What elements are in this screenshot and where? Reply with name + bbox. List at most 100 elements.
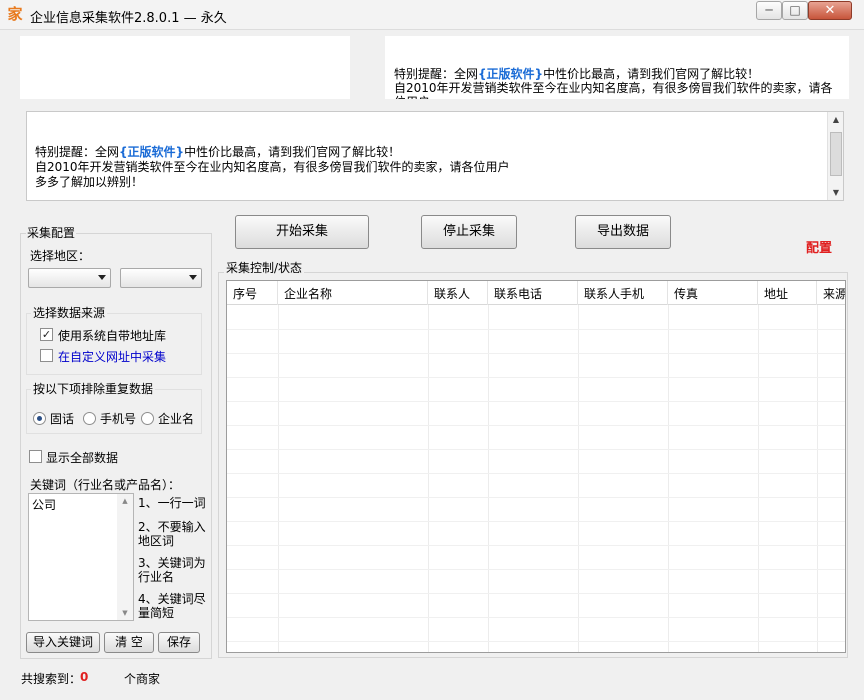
grid-line xyxy=(488,305,489,652)
dedupe-radio-mobile[interactable] xyxy=(83,412,96,425)
city-select[interactable] xyxy=(120,268,202,288)
start-collect-button[interactable]: 开始采集 xyxy=(235,215,369,249)
grid-line xyxy=(278,305,279,652)
notice-line-3: 多多了解加以辨别！ xyxy=(35,175,144,189)
scroll-down-icon[interactable]: ▼ xyxy=(828,185,844,200)
grid-row-line xyxy=(227,329,845,330)
column-header[interactable]: 联系人 xyxy=(428,281,488,305)
region-label: 选择地区： xyxy=(30,249,91,263)
close-icon: ✕ xyxy=(824,3,836,18)
keyword-item: 公司 xyxy=(32,498,57,512)
keyword-tip-1: 1、一行一词 xyxy=(138,496,206,510)
notice-text: 特别提醒：全网{正版软件}中性价比最高，请到我们官网了解比较！ 自2010年开发… xyxy=(35,145,510,190)
chevron-down-icon xyxy=(189,275,197,280)
grid-row-line xyxy=(227,641,845,642)
column-header[interactable]: 来源 xyxy=(817,281,845,305)
config-title: 采集配置 xyxy=(26,224,77,241)
status-label: 共搜索到： xyxy=(21,672,82,686)
scroll-thumb[interactable] xyxy=(830,132,842,176)
grid-row-line xyxy=(227,593,845,594)
dedupe-title: 按以下项排除重复数据 xyxy=(31,380,156,397)
custom-source-checkbox[interactable] xyxy=(40,349,53,362)
source-group xyxy=(26,313,202,375)
ad-highlight: {正版软件} xyxy=(478,67,544,81)
grid-row-line xyxy=(227,449,845,450)
scroll-up-icon[interactable]: ▲ xyxy=(828,112,844,127)
grid-row-line xyxy=(227,473,845,474)
dedupe-radio-landline[interactable] xyxy=(33,412,46,425)
show-all-label[interactable]: 显示全部数据 xyxy=(46,449,118,466)
maximize-button[interactable]: □ xyxy=(782,1,808,20)
column-header[interactable]: 地址 xyxy=(758,281,817,305)
show-all-checkbox[interactable] xyxy=(29,450,42,463)
notice-scrollbar[interactable]: ▲ ▼ xyxy=(827,112,843,200)
custom-source-label[interactable]: 在自定义网址中采集 xyxy=(58,348,166,365)
grid-line xyxy=(668,305,669,652)
grid-line xyxy=(428,305,429,652)
result-count: 0 xyxy=(80,670,89,684)
results-table[interactable]: 序号 企业名称 联系人 联系电话 联系人手机 传真 地址 来源 xyxy=(226,280,846,653)
column-header[interactable]: 联系电话 xyxy=(488,281,578,305)
grid-line xyxy=(578,305,579,652)
dedupe-radio-company[interactable] xyxy=(141,412,154,425)
import-keywords-button[interactable]: 导入关键词 xyxy=(26,632,100,653)
grid-row-line xyxy=(227,425,845,426)
ad-line-2: 自2010年开发营销类软件至今在业内知名度高，有很多傍冒我们软件的卖家，请各位用… xyxy=(394,81,833,99)
keyword-label: 关键词（行业名或产品名）： xyxy=(30,478,181,492)
minimize-icon: ─ xyxy=(765,3,773,17)
grid-line xyxy=(817,305,818,652)
ad-text: 特别提醒：全网{正版软件}中性价比最高，请到我们官网了解比较！ 自2010年开发… xyxy=(394,67,842,99)
export-data-button[interactable]: 导出数据 xyxy=(575,215,671,249)
table-header: 序号 企业名称 联系人 联系电话 联系人手机 传真 地址 来源 xyxy=(227,281,845,305)
grid-row-line xyxy=(227,569,845,570)
chevron-down-icon xyxy=(98,275,106,280)
notice-line-1-prefix: 特别提醒：全网 xyxy=(35,145,120,159)
grid-row-line xyxy=(227,617,845,618)
app-icon: 家 xyxy=(7,5,23,23)
system-source-checkbox[interactable]: ✓ xyxy=(40,328,53,341)
column-header[interactable]: 序号 xyxy=(227,281,278,305)
column-header[interactable]: 企业名称 xyxy=(278,281,428,305)
clear-button[interactable]: 清 空 xyxy=(104,632,154,653)
notice-box: 特别提醒：全网{正版软件}中性价比最高，请到我们官网了解比较！ 自2010年开发… xyxy=(26,111,844,201)
grid-row-line xyxy=(227,545,845,546)
notice-line-2: 自2010年开发营销类软件至今在业内知名度高，有很多傍冒我们软件的卖家，请各位用… xyxy=(35,160,510,174)
title-bar: 家 企业信息采集软件2.8.0.1 — 永久 ─ □ ✕ xyxy=(0,0,864,30)
grid-row-line xyxy=(227,353,845,354)
system-source-label[interactable]: 使用系统自带地址库 xyxy=(58,327,166,344)
dedupe-label-landline[interactable]: 固话 xyxy=(50,410,74,427)
close-button[interactable]: ✕ xyxy=(808,1,852,20)
column-header[interactable]: 传真 xyxy=(668,281,758,305)
notice-line-1-suffix: 中性价比最高，请到我们官网了解比较！ xyxy=(184,145,401,159)
grid-row-line xyxy=(227,377,845,378)
minimize-button[interactable]: ─ xyxy=(756,1,782,20)
keyword-tip-3: 3、关键词为行业名 xyxy=(138,556,206,584)
grid-row-line xyxy=(227,497,845,498)
notice-highlight: {正版软件} xyxy=(119,145,185,159)
notice-line-1: 特别提醒：全网{正版软件}中性价比最高，请到我们官网了解比较！ xyxy=(35,145,510,160)
keyword-tip-2: 2、不要输入地区词 xyxy=(138,520,206,548)
scroll-up-icon[interactable]: ▲ xyxy=(117,494,133,508)
province-select[interactable] xyxy=(28,268,111,288)
stop-collect-button[interactable]: 停止采集 xyxy=(421,215,517,249)
keyword-scrollbar[interactable]: ▲ ▼ xyxy=(117,494,133,620)
save-button[interactable]: 保存 xyxy=(158,632,200,653)
grid-row-line xyxy=(227,401,845,402)
keyword-tip-4: 4、关键词尽量简短 xyxy=(138,592,206,620)
scroll-down-icon[interactable]: ▼ xyxy=(117,606,133,620)
status-bar: 共搜索到： 0 个商家 xyxy=(0,663,864,700)
source-title: 选择数据来源 xyxy=(31,304,108,321)
dedupe-label-mobile[interactable]: 手机号 xyxy=(100,410,136,427)
keyword-textarea[interactable]: 公司 ▲ ▼ xyxy=(28,493,134,621)
dedupe-label-company[interactable]: 企业名 xyxy=(158,410,194,427)
ad-line-1-prefix: 特别提醒：全网 xyxy=(394,67,479,81)
maximize-icon: □ xyxy=(789,3,801,17)
grid-title: 采集控制/状态 xyxy=(224,259,305,276)
grid-line xyxy=(758,305,759,652)
config-link[interactable]: 配置 xyxy=(806,237,832,256)
grid-row-line xyxy=(227,521,845,522)
window-title: 企业信息采集软件2.8.0.1 — 永久 xyxy=(30,11,227,26)
column-header[interactable]: 联系人手机 xyxy=(578,281,668,305)
ad-panel-left xyxy=(20,36,350,99)
status-unit: 个商家 xyxy=(124,672,161,686)
